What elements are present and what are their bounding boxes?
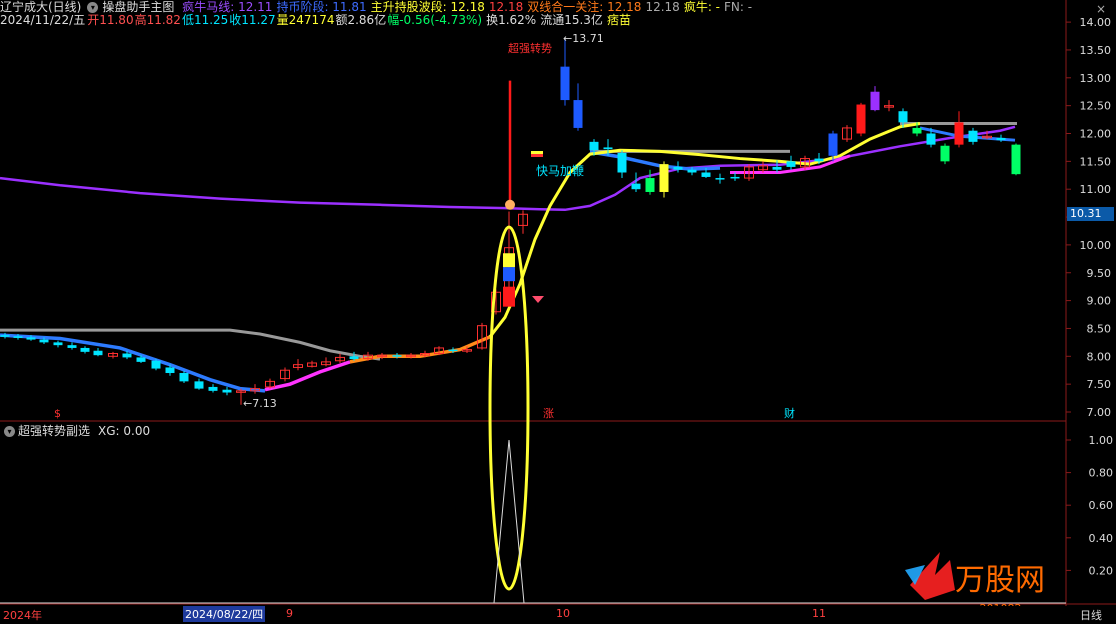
candle-body xyxy=(39,339,49,343)
sub-tick-label: 1.00 xyxy=(1089,434,1114,447)
price-tick-label: 14.00 xyxy=(1080,16,1112,29)
candle-body xyxy=(93,350,103,356)
candle-body xyxy=(67,345,77,348)
candle-body xyxy=(870,91,880,111)
signal-candle-blue xyxy=(503,267,515,282)
candle-body xyxy=(573,100,583,128)
fast-horse-marker xyxy=(531,154,543,157)
price-tick-label: 10.00 xyxy=(1080,239,1112,252)
price-tick-label: 7.50 xyxy=(1087,378,1112,391)
time-axis[interactable]: 2024年 2024/08/22/四 9 10 11 日线 xyxy=(0,606,1116,624)
candle-body xyxy=(687,169,697,173)
candle-body xyxy=(53,342,63,346)
mark-zhang: 涨 xyxy=(543,407,554,420)
candle-body xyxy=(603,147,613,150)
sub-signal-spike xyxy=(493,439,525,604)
candle-body xyxy=(448,349,458,352)
price-tick-label: 9.50 xyxy=(1087,267,1112,280)
year-label: 2024年 xyxy=(3,609,42,622)
sub-tick-label: 0.60 xyxy=(1089,499,1114,512)
signal-dot xyxy=(505,199,515,210)
candle-body xyxy=(151,360,161,369)
candle-body xyxy=(179,373,189,382)
candle-body xyxy=(786,161,796,167)
candle-body xyxy=(0,335,10,337)
candle-body xyxy=(1011,144,1021,175)
sub-tick-label: 0.40 xyxy=(1089,532,1114,545)
candle-body xyxy=(194,381,204,389)
high-price-label: ←13.71 xyxy=(563,32,604,45)
candle-body xyxy=(814,158,824,162)
price-tick-label: 13.00 xyxy=(1080,72,1112,85)
candle-body xyxy=(926,133,936,145)
price-tick-label: 12.00 xyxy=(1080,128,1112,141)
candle-body xyxy=(856,104,866,134)
candle-body xyxy=(208,386,218,391)
period-label[interactable]: 日线 xyxy=(1080,607,1102,623)
price-tick-label: 9.00 xyxy=(1087,295,1112,308)
cursor-date: 2024/08/22/四 xyxy=(183,606,266,622)
candle-body xyxy=(898,111,908,123)
gem-icon xyxy=(532,296,544,303)
sub-tick-label: 0.20 xyxy=(1089,564,1114,577)
candle-body xyxy=(673,166,683,170)
candle-body xyxy=(165,367,175,374)
candle-body xyxy=(13,336,23,338)
candle-body xyxy=(954,122,964,145)
price-tick-label: 13.50 xyxy=(1080,44,1112,57)
fast-horse-label: 快马加鞭 xyxy=(536,164,584,178)
candle-body xyxy=(968,130,978,142)
candle-body xyxy=(80,347,90,352)
price-tick-label: 8.00 xyxy=(1087,350,1112,363)
mark-cai: 财 xyxy=(784,406,795,420)
month-label-10: 10 xyxy=(556,607,570,620)
candle-body xyxy=(996,137,1006,141)
month-label-9: 9 xyxy=(286,607,293,620)
watermark-brand: 万股网 xyxy=(955,563,1045,598)
candle-body xyxy=(730,176,740,179)
signal-candle-red xyxy=(503,286,515,307)
signal-candle-yellow xyxy=(503,253,515,268)
month-label-11: 11 xyxy=(812,607,826,620)
candle-body xyxy=(828,133,838,156)
candle-body xyxy=(645,178,655,192)
candle-body xyxy=(659,164,669,192)
candle-body xyxy=(940,145,950,162)
candle-body xyxy=(631,183,641,190)
candle-body xyxy=(349,356,359,360)
candle-body xyxy=(772,166,782,170)
price-tick-label: 7.00 xyxy=(1087,406,1112,419)
fast-horse-marker xyxy=(531,151,543,154)
candle-body xyxy=(136,357,146,362)
price-tick-label: 11.50 xyxy=(1080,155,1112,168)
price-tick-label: 12.50 xyxy=(1080,100,1112,113)
candle-body xyxy=(617,152,627,173)
sub-panel-title[interactable]: 超强转势副选 xyxy=(18,424,90,438)
candle-body xyxy=(715,178,725,180)
current-price-tag: 10.31 xyxy=(1067,207,1114,221)
xg-value: XG: 0.00 xyxy=(98,424,151,438)
dropdown-icon[interactable]: ▾ xyxy=(4,426,15,437)
candle-body xyxy=(222,389,232,393)
sub-panel-header: ▾ 超强转势副选 XG: 0.00 xyxy=(2,424,150,438)
candle-body xyxy=(701,172,711,177)
blue-ma-line xyxy=(0,333,266,393)
sub-tick-label: 0.80 xyxy=(1089,467,1114,480)
strong-reversal-label: 超强转势 xyxy=(508,41,552,55)
mark-s: $ xyxy=(54,407,61,420)
candle-body xyxy=(589,141,599,151)
kline-chart[interactable]: 14.0013.5013.0012.5012.0011.5011.0010.50… xyxy=(0,0,1116,606)
candle-body xyxy=(26,337,36,340)
low-price-label: ←7.13 xyxy=(243,397,277,410)
price-tick-label: 8.50 xyxy=(1087,322,1112,335)
price-tick-label: 11.00 xyxy=(1080,183,1112,196)
candle-body xyxy=(912,127,922,134)
candle-body xyxy=(560,66,570,101)
candle-body xyxy=(122,353,132,358)
candle-body xyxy=(392,355,402,357)
long-ma-line xyxy=(0,125,1016,212)
